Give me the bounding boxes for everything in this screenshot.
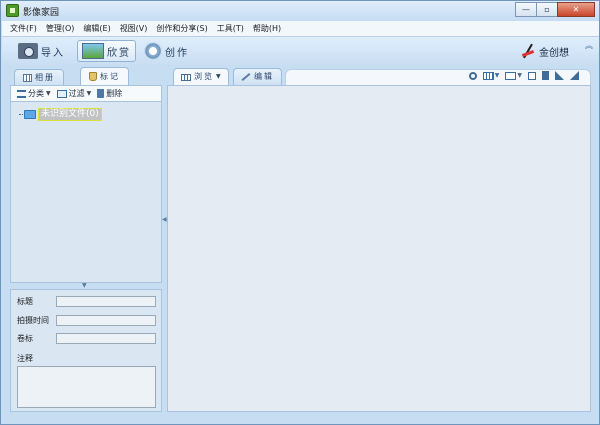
time-label: 拍摄时间 (17, 316, 49, 325)
window-title: 影像家园 (23, 8, 60, 18)
volume-field[interactable] (56, 333, 156, 344)
menu-edit[interactable]: 编辑(E) (83, 21, 110, 36)
tab-edit-label: 编辑 (254, 72, 274, 81)
select-icon[interactable] (528, 71, 536, 80)
trash-icon (97, 89, 105, 98)
tree-item-label: 未识别文件(0) (38, 108, 102, 121)
left-panel: 相册 标记 分类 ▼ 过滤 ▼ 删除 未识别文件(0) ▼ 标题 拍摄时间 卷标… (10, 67, 162, 412)
tag-toolbar: 分类 ▼ 过滤 ▼ 删除 (10, 85, 162, 102)
brand-icon (520, 43, 536, 59)
minimize-button[interactable]: — (515, 2, 537, 17)
app-window: 影像家园 — ▫ ✕ 文件(F) 管理(O) 编辑(E) 视图(V) 创作和分享… (0, 0, 600, 425)
rotate-right-icon[interactable] (570, 71, 579, 80)
tag-tree: 未识别文件(0) (10, 102, 162, 283)
menu-file[interactable]: 文件(F) (10, 21, 37, 36)
browse-icon (181, 73, 191, 81)
tree-connector (19, 114, 23, 115)
album-icon (23, 73, 32, 82)
maximize-button[interactable]: ▫ (536, 2, 558, 17)
panel-view-icon[interactable] (505, 71, 517, 80)
chevron-down-icon: ▼ (46, 90, 51, 97)
delete-label: 删除 (106, 89, 123, 98)
title-bar: 影像家园 — ▫ ✕ (1, 1, 599, 21)
menu-tools[interactable]: 工具(T) (217, 21, 244, 36)
main-tabs: 浏览 ▼ 编辑 ▼ ▼ (167, 67, 591, 85)
sort-label: 分类 (28, 89, 44, 98)
tab-tags[interactable]: 标记 (80, 67, 129, 85)
zoom-icon[interactable] (468, 71, 477, 80)
tab-album[interactable]: 相册 (14, 69, 64, 85)
menu-view[interactable]: 视图(V) (120, 21, 148, 36)
chevron-down-icon[interactable]: ▼ (517, 72, 522, 79)
tab-browse-label: 浏览 (194, 72, 214, 81)
app-logo-icon (6, 4, 19, 17)
appreciate-button[interactable]: 欣赏 (77, 40, 136, 62)
brand-logo[interactable]: 金创想 (520, 43, 569, 59)
appreciate-label: 欣赏 (107, 47, 131, 59)
title-field[interactable] (56, 296, 156, 307)
tab-album-label: 相册 (35, 73, 55, 82)
left-tabs: 相册 标记 (10, 67, 162, 85)
title-label: 标题 (17, 297, 33, 306)
brand-name: 金创想 (539, 47, 569, 59)
tab-edit[interactable]: 编辑 (233, 68, 282, 85)
tree-item-unidentified[interactable]: 未识别文件(0) (19, 108, 102, 121)
collapse-down-icon[interactable]: ▼ (82, 282, 87, 289)
photo-icon (82, 43, 104, 59)
menu-bar: 文件(F) 管理(O) 编辑(E) 视图(V) 创作和分享(S) 工具(T) 帮… (2, 21, 599, 37)
filter-button[interactable]: 过滤 ▼ (56, 88, 92, 99)
time-field[interactable] (56, 315, 156, 326)
note-textarea[interactable] (17, 366, 156, 408)
window-controls: — ▫ ✕ (515, 2, 595, 17)
folder-icon (24, 110, 36, 119)
chevron-down-icon: ▼ (216, 73, 221, 80)
tab-browse[interactable]: 浏览 ▼ (173, 68, 229, 85)
thumbnail-view-icon[interactable] (482, 71, 494, 80)
chevron-down-icon: ▼ (86, 90, 92, 97)
main-toolbar: 导入 欣赏 创作 金创想 ︽ (2, 37, 599, 65)
chevron-down-icon[interactable]: ▼ (495, 72, 500, 79)
delete-button[interactable]: 删除 (97, 88, 122, 99)
main-panel: 浏览 ▼ 编辑 ▼ ▼ (167, 67, 591, 412)
camera-icon (18, 43, 38, 59)
tag-icon (89, 72, 97, 81)
properties-panel: 标题 拍摄时间 卷标 注释 (10, 289, 162, 412)
photo-canvas[interactable] (167, 85, 591, 412)
close-button[interactable]: ✕ (557, 2, 595, 17)
tab-tags-label: 标记 (100, 72, 120, 81)
filter-label: 过滤 (68, 89, 85, 98)
collapse-left-icon[interactable]: ◀ (162, 216, 167, 223)
filter-icon (56, 89, 67, 98)
import-label: 导入 (41, 47, 65, 59)
import-button[interactable]: 导入 (18, 40, 65, 62)
create-button[interactable]: 创作 (144, 40, 189, 62)
pen-icon (241, 73, 251, 81)
create-label: 创作 (165, 47, 189, 59)
sort-icon (17, 89, 26, 98)
sort-button[interactable]: 分类 ▼ (17, 88, 51, 99)
trash-icon[interactable] (542, 71, 549, 80)
note-label: 注释 (17, 354, 33, 363)
rotate-left-icon[interactable] (555, 71, 564, 80)
menu-create-share[interactable]: 创作和分享(S) (156, 21, 207, 36)
volume-label: 卷标 (17, 334, 33, 343)
chevron-up-icon[interactable]: ︽ (585, 40, 593, 51)
view-toolbar: ▼ ▼ (463, 71, 579, 80)
menu-help[interactable]: 帮助(H) (253, 21, 281, 36)
menu-manage[interactable]: 管理(O) (46, 21, 75, 36)
gear-icon (144, 42, 162, 60)
